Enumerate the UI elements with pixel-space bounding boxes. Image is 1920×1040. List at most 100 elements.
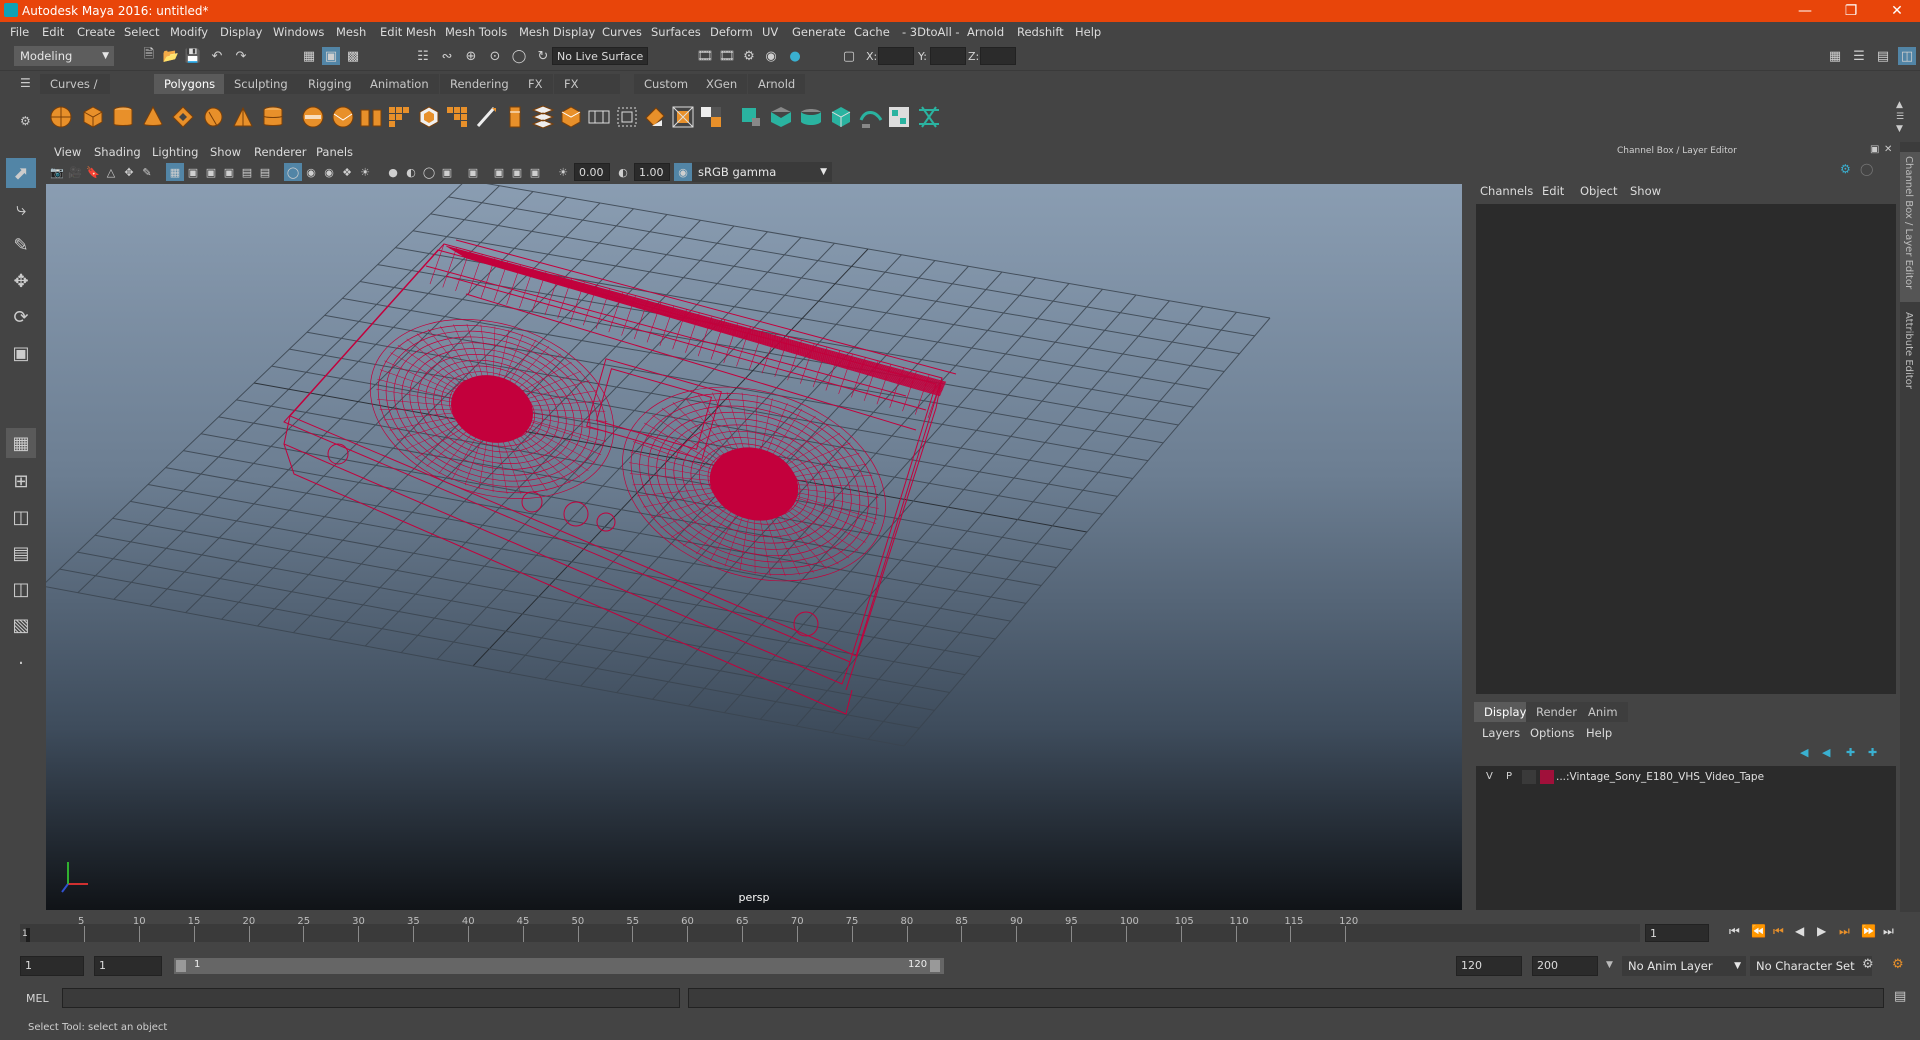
snap-point-icon[interactable]: ⊕ [462, 47, 480, 65]
float-panel-icon[interactable]: ▣ [1870, 144, 1879, 155]
range-end-handle[interactable] [930, 960, 940, 972]
uv-editor-icon[interactable] [738, 104, 764, 130]
close-button[interactable]: ✕ [1874, 0, 1920, 22]
move-layer-up-icon[interactable]: ◀ [1800, 746, 1808, 759]
wireframe-icon[interactable]: ◯ [284, 163, 302, 181]
smooth-shade-icon[interactable]: ◉ [302, 163, 320, 181]
gate-mask-icon[interactable]: ▣ [220, 163, 238, 181]
toggle-tool-settings-icon[interactable]: ▤ [1874, 47, 1892, 65]
poly-cube-icon[interactable] [80, 104, 106, 130]
redo-icon[interactable]: ↷ [232, 47, 250, 65]
channel-object-menu[interactable]: Object [1580, 184, 1617, 198]
outliner-layout-icon[interactable]: ▧ [6, 610, 36, 640]
gamma-icon[interactable]: ◐ [614, 163, 632, 181]
poly-pyramid-icon[interactable] [230, 104, 256, 130]
multi-cut-icon[interactable] [474, 104, 500, 130]
tab-anim-layers[interactable]: Anim [1578, 702, 1628, 722]
mode-selector[interactable]: Modeling ▼ [14, 46, 114, 66]
layer-options-menu[interactable]: Options [1530, 726, 1574, 740]
planar-mapping-icon[interactable] [768, 104, 794, 130]
toggle-modeling-toolkit-icon[interactable]: ▦ [1826, 47, 1844, 65]
play-forwards-icon[interactable]: ▶ [1817, 924, 1826, 938]
layer-type-toggle[interactable] [1522, 770, 1536, 784]
menu-help[interactable]: Help [1075, 25, 1101, 39]
menu-windows[interactable]: Windows [273, 25, 324, 39]
safe-action-icon[interactable]: ▤ [256, 163, 274, 181]
animation-preferences-icon[interactable]: ⚙ [1892, 957, 1904, 972]
close-panel-icon[interactable]: ✕ [1884, 144, 1892, 155]
go-to-start-icon[interactable]: ⏮ [1729, 924, 1740, 939]
exposure-field[interactable]: 0.00 [574, 163, 610, 181]
persp-hypershade-layout-icon[interactable]: ◫ [6, 574, 36, 604]
menu-select[interactable]: Select [124, 25, 159, 39]
step-back-key-icon[interactable]: ⏮ [1773, 924, 1784, 939]
separate-icon[interactable] [330, 104, 356, 130]
color-space-dropdown[interactable]: sRGB gamma ▼ [692, 162, 832, 182]
menu-mesh-display[interactable]: Mesh Display [519, 25, 595, 39]
2d-pan-zoom-icon[interactable]: ✥ [120, 163, 138, 181]
persp-outliner-layout-icon[interactable]: ◫ [6, 502, 36, 532]
layer-name[interactable]: ...:Vintage_Sony_E180_VHS_Video_Tape [1556, 771, 1764, 783]
paint-select-tool-icon[interactable]: ✎ [6, 230, 36, 260]
extract-icon[interactable] [358, 104, 384, 130]
transform-icon[interactable]: ▢ [840, 47, 858, 65]
undo-icon[interactable]: ↶ [208, 47, 226, 65]
anim-layer-dropdown[interactable]: No Anim Layer ▼ [1622, 956, 1746, 976]
time-slider[interactable]: 1 5 10 15 20 25 30 35 40 45 50 55 60 65 70 75 80 85 90 95 1… [20, 916, 1640, 946]
tab-custom[interactable]: Custom [634, 74, 699, 94]
snap-surface-icon[interactable]: ◯ [510, 47, 528, 65]
auto-key-icon[interactable]: ⚙ [1862, 957, 1874, 972]
ipr-render-icon[interactable]: 🎞 [718, 47, 736, 65]
menu-uv[interactable]: UV [762, 25, 778, 39]
spherical-mapping-icon[interactable] [828, 104, 854, 130]
go-to-end-icon[interactable]: ⏭ [1883, 924, 1894, 939]
extrude-icon[interactable] [502, 104, 528, 130]
color-management-icon[interactable]: ◉ [674, 163, 692, 181]
render-settings-icon[interactable]: ⚙ [740, 47, 758, 65]
menu-edit[interactable]: Edit [42, 25, 64, 39]
layer-row[interactable]: V P ...:Vintage_Sony_E180_VHS_Video_Tape [1476, 768, 1896, 786]
channel-list[interactable] [1476, 204, 1896, 694]
render-view-icon[interactable]: ● [786, 47, 804, 65]
render-frame-icon[interactable]: 🎞 [696, 47, 714, 65]
menu-modify[interactable]: Modify [170, 25, 208, 39]
film-gate-icon[interactable]: ▣ [184, 163, 202, 181]
toggle-attribute-editor-icon[interactable]: ☰ [1850, 47, 1868, 65]
viewport-menu-shading[interactable]: Shading [94, 145, 141, 159]
tab-arnold[interactable]: Arnold [748, 74, 806, 94]
shelf-scroll-up-icon[interactable]: ▲ [1896, 100, 1903, 110]
four-view-layout-icon[interactable]: ⊞ [6, 466, 36, 496]
channel-show-menu[interactable]: Show [1630, 184, 1661, 198]
offset-edge-loop-icon[interactable] [698, 104, 724, 130]
shelf-menu-arrow-icon[interactable]: ☰ [1896, 112, 1904, 122]
time-slider-track[interactable]: 1 [20, 924, 1640, 942]
step-back-frame-icon[interactable]: ⏪ [1751, 924, 1766, 938]
textured-icon[interactable]: ❖ [338, 163, 356, 181]
xray-icon[interactable]: ▣ [490, 163, 508, 181]
menu-surfaces[interactable]: Surfaces [651, 25, 701, 39]
new-layer-icon[interactable]: ✚ [1846, 746, 1855, 759]
viewport-menu-renderer[interactable]: Renderer [254, 145, 307, 159]
layer-playback-toggle[interactable]: P [1506, 771, 1512, 782]
exposure-icon[interactable]: ☀ [554, 163, 572, 181]
viewport-menu-show[interactable]: Show [210, 145, 241, 159]
viewport-menu-view[interactable]: View [54, 145, 81, 159]
menu-arnold[interactable]: Arnold [967, 25, 1004, 39]
minimize-button[interactable]: — [1782, 0, 1828, 22]
select-tool-icon[interactable]: ⬈ [6, 158, 36, 188]
motion-blur-icon[interactable]: ◯ [420, 163, 438, 181]
play-backwards-icon[interactable]: ◀ [1795, 924, 1804, 938]
gamma-field[interactable]: 1.00 [634, 163, 670, 181]
bridge-icon[interactable] [444, 104, 470, 130]
channel-box-side-tab[interactable]: Channel Box / Layer Editor [1900, 152, 1920, 302]
select-component-icon[interactable]: ▩ [344, 47, 362, 65]
poly-pipe-icon[interactable] [260, 104, 286, 130]
automatic-mapping-icon[interactable] [858, 104, 884, 130]
new-scene-icon[interactable]: 🗎 [140, 47, 158, 65]
menu-redshift[interactable]: Redshift [1017, 25, 1064, 39]
step-forward-key-icon[interactable]: ⏭ [1839, 924, 1850, 939]
x-field[interactable] [878, 47, 914, 65]
poly-cylinder-icon[interactable] [110, 104, 136, 130]
snap-live-icon[interactable]: ↻ [534, 47, 552, 65]
fill-hole-icon[interactable] [558, 104, 584, 130]
